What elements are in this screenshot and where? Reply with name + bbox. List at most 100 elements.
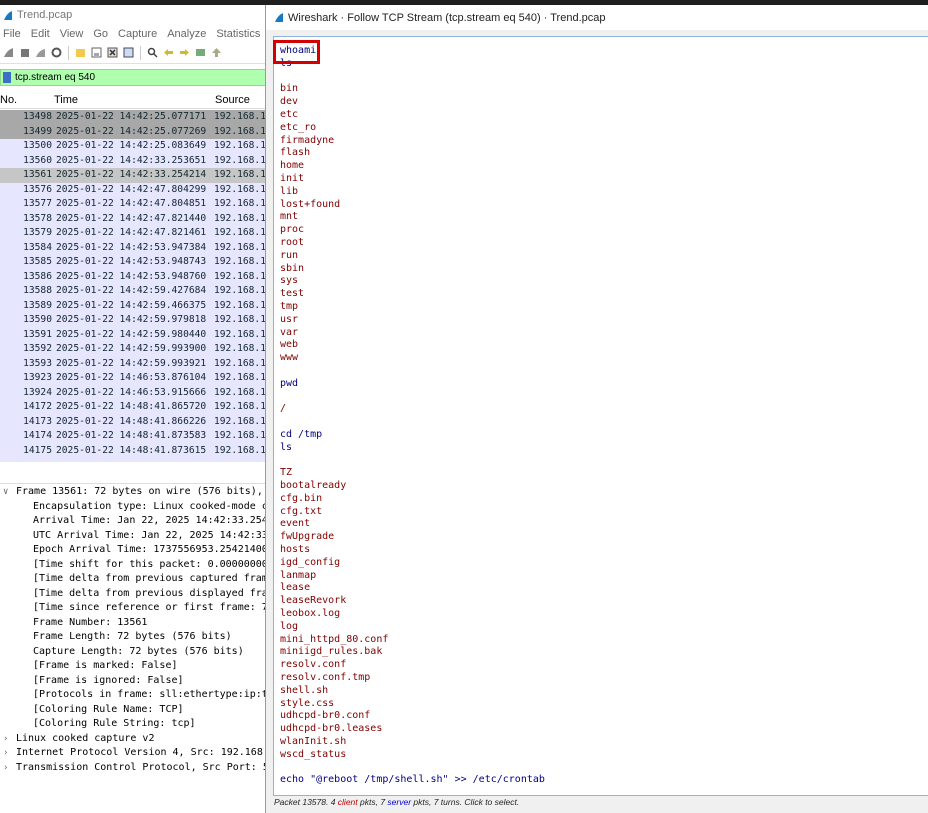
packet-row[interactable]: 13586 2025-01-22 14:42:53.948760 192.168.1 [0, 270, 268, 285]
forward-icon[interactable] [178, 46, 191, 59]
menu-capture[interactable]: Capture [118, 28, 157, 40]
detail-line[interactable]: Frame Length: 72 bytes (576 bits) [0, 630, 268, 645]
detail-line[interactable]: Capture Length: 72 bytes (576 bits) [0, 645, 268, 660]
menu-file[interactable]: File [3, 28, 21, 40]
packet-row[interactable]: 13499 2025-01-22 14:42:25.077269 192.168.1 [0, 124, 268, 139]
packet-list[interactable]: 13498 2025-01-22 14:42:25.077171 192.168.1… [0, 110, 268, 462]
find-icon[interactable] [146, 46, 159, 59]
reload-icon[interactable] [122, 46, 135, 59]
server-line: proc [280, 224, 305, 236]
packet-row[interactable]: 13498 2025-01-22 14:42:25.077171 192.168.1 [0, 110, 268, 125]
detail-line[interactable]: [Time since reference or first frame: 7 [0, 601, 268, 616]
packet-row[interactable]: 14175 2025-01-22 14:48:41.873615 192.168.1 [0, 444, 268, 459]
packet-row[interactable]: 13500 2025-01-22 14:42:25.083649 192.168.1 [0, 139, 268, 154]
packet-row[interactable]: 13589 2025-01-22 14:42:59.466375 192.168.1 [0, 299, 268, 314]
menu-go[interactable]: Go [93, 28, 108, 40]
detail-line[interactable]: [Protocols in frame: sll:ethertype:ip:t [0, 688, 268, 703]
packet-time: 2025-01-22 14:42:59.993921 [56, 357, 207, 369]
detail-text: Frame Number: 13561 [33, 616, 148, 628]
expanded-arrow-icon[interactable]: ∨ [3, 485, 8, 500]
column-no[interactable]: No. [0, 94, 17, 106]
detail-line[interactable]: [Coloring Rule Name: TCP] [0, 703, 268, 718]
packet-row[interactable]: 13561 2025-01-22 14:42:33.254214 192.168.1 [0, 168, 268, 183]
packet-source: 192.168.1 [214, 169, 266, 180]
packet-number: 13577 [23, 198, 52, 209]
detail-line[interactable]: Arrival Time: Jan 22, 2025 14:42:33.254 [0, 514, 268, 529]
display-filter-input[interactable]: tcp.stream eq 540 [15, 72, 95, 83]
server-line: log [280, 620, 299, 632]
packet-row[interactable]: 13924 2025-01-22 14:46:53.915666 192.168.1 [0, 386, 268, 401]
detail-line[interactable]: [Time delta from previous displayed fra [0, 587, 268, 602]
packet-source: 192.168.1 [214, 444, 266, 456]
column-source[interactable]: Source [215, 94, 250, 106]
detail-line[interactable]: [Time shift for this packet: 0.00000000 [0, 558, 268, 573]
packet-row[interactable]: 13578 2025-01-22 14:42:47.821440 192.168.1 [0, 212, 268, 227]
detail-line[interactable]: [Coloring Rule String: tcp] [0, 717, 268, 732]
packet-row[interactable]: 14174 2025-01-22 14:48:41.873583 192.168.1 [0, 429, 268, 444]
packet-row[interactable]: 13584 2025-01-22 14:42:53.947384 192.168.1 [0, 241, 268, 256]
detail-line[interactable]: UTC Arrival Time: Jan 22, 2025 14:42:33 [0, 529, 268, 544]
detail-line[interactable]: › Transmission Control Protocol, Src Port… [0, 761, 268, 776]
packet-list-header: No. Time Source [0, 91, 268, 109]
main-toolbar [0, 42, 268, 64]
packet-row[interactable]: 14173 2025-01-22 14:48:41.866226 192.168.1 [0, 415, 268, 430]
detail-line[interactable]: › Linux cooked capture v2 [0, 732, 268, 747]
server-line: cfg.txt [280, 505, 323, 517]
column-time[interactable]: Time [54, 94, 78, 106]
menu-edit[interactable]: Edit [31, 28, 50, 40]
client-line: cd /tmp [280, 428, 323, 440]
close-file-icon[interactable] [106, 46, 119, 59]
detail-line[interactable]: [Frame is marked: False] [0, 659, 268, 674]
packet-source: 192.168.1 [214, 328, 266, 340]
open-icon[interactable] [74, 46, 87, 59]
collapsed-arrow-icon[interactable]: › [3, 746, 8, 761]
packet-row[interactable]: 13592 2025-01-22 14:42:59.993900 192.168.1 [0, 342, 268, 357]
bookmark-icon[interactable] [3, 72, 11, 83]
packet-row[interactable]: 13577 2025-01-22 14:42:47.804851 192.168.1 [0, 197, 268, 212]
status-middle: pkts, 7 [357, 797, 388, 807]
back-icon[interactable] [162, 46, 175, 59]
detail-line[interactable]: ∨ Frame 13561: 72 bytes on wire (576 bits… [0, 485, 268, 500]
packet-row[interactable]: 14172 2025-01-22 14:48:41.865720 192.168.1 [0, 400, 268, 415]
packet-row[interactable]: 13560 2025-01-22 14:42:33.253651 192.168.1 [0, 154, 268, 169]
packet-row[interactable]: 13593 2025-01-22 14:42:59.993921 192.168.1 [0, 357, 268, 372]
collapsed-arrow-icon[interactable]: › [3, 761, 8, 776]
collapsed-arrow-icon[interactable]: › [3, 732, 8, 747]
go-to-packet-icon[interactable] [194, 46, 207, 59]
menu-view[interactable]: View [60, 28, 84, 40]
packet-row[interactable]: 13591 2025-01-22 14:42:59.980440 192.168.1 [0, 328, 268, 343]
status-client-word: client [337, 797, 358, 807]
packet-row[interactable]: 13588 2025-01-22 14:42:59.427684 192.168.1 [0, 284, 268, 299]
packet-row[interactable]: 13585 2025-01-22 14:42:53.948743 192.168.1 [0, 255, 268, 270]
detail-line[interactable]: › Internet Protocol Version 4, Src: 192.1… [0, 746, 268, 761]
status-prefix: Packet 13578. 4 [274, 797, 338, 807]
packet-row[interactable]: 13579 2025-01-22 14:42:47.821461 192.168.1 [0, 226, 268, 241]
stream-content-area[interactable]: whoami ls bin dev etc etc_ro firmadyne flash hom… [273, 36, 928, 796]
detail-line[interactable]: Encapsulation type: Linux cooked-mode c [0, 500, 268, 515]
detail-line[interactable]: Frame Number: 13561 [0, 616, 268, 631]
display-filter-bar[interactable]: tcp.stream eq 540 [0, 69, 268, 86]
detail-text: Frame Length: 72 bytes (576 bits) [33, 631, 232, 642]
packet-details-pane[interactable]: ∨ Frame 13561: 72 bytes on wire (576 bits… [0, 485, 268, 785]
first-packet-icon[interactable] [210, 46, 223, 59]
packet-source: 192.168.1 [214, 198, 266, 209]
packet-source: 192.168.1 [214, 299, 266, 311]
detail-line[interactable]: [Time delta from previous captured fram [0, 572, 268, 587]
shark-fin-start-icon[interactable] [2, 46, 15, 59]
save-icon[interactable] [90, 46, 103, 59]
packet-row[interactable]: 13923 2025-01-22 14:46:53.876104 192.168.1 [0, 371, 268, 386]
detail-line[interactable]: Epoch Arrival Time: 1737556953.25421400 [0, 543, 268, 558]
stream-text[interactable]: whoami ls bin dev etc etc_ro firmadyne flash hom… [280, 45, 545, 787]
menu-statistics[interactable]: Statistics [216, 28, 260, 40]
packet-time: 2025-01-22 14:42:33.254214 [56, 169, 207, 180]
restart-icon[interactable] [34, 46, 47, 59]
detail-text: Transmission Control Protocol, Src Port:… [16, 761, 268, 773]
packet-list-empty-area [0, 462, 268, 484]
main-wireshark-window: Trend.pcap File Edit View Go Capture Ana… [0, 5, 268, 813]
menu-analyze[interactable]: Analyze [167, 28, 206, 40]
detail-line[interactable]: [Frame is ignored: False] [0, 674, 268, 689]
packet-row[interactable]: 13590 2025-01-22 14:42:59.979818 192.168.1 [0, 313, 268, 328]
options-icon[interactable] [50, 46, 63, 59]
stop-icon[interactable] [18, 46, 31, 59]
packet-row[interactable]: 13576 2025-01-22 14:42:47.804299 192.168.1 [0, 183, 268, 198]
